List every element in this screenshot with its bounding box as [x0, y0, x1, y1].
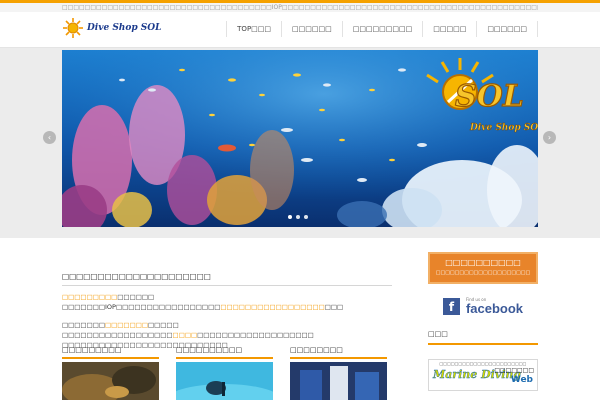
nav-item-5[interactable]: □□□□□□ — [476, 21, 538, 37]
slider-next-arrow-icon[interactable]: › — [543, 131, 556, 144]
feature-cards: □□□□□□□□□ □□□□□□□□□□ □□□□□□□□ — [62, 346, 387, 400]
contact-sub-text: □□□□□□□□□□□□□□□□□□□□ — [435, 270, 531, 276]
slide-logo-sub: Dive Shop SOL — [469, 123, 538, 133]
slider-pagination — [288, 215, 308, 219]
card-title-1[interactable]: □□□□□□□□□ — [62, 346, 159, 359]
nav-item-3[interactable]: □□□□□□□□□ — [341, 21, 423, 37]
card-image-2[interactable] — [164, 362, 284, 400]
marine-diving-caption: □□□□□□□□□□□□□□□□□□□□□□□ — [439, 361, 527, 366]
marine-diving-banner[interactable]: □□□□□□□□□□□□□□□□□□□□□□□ Marine Diving □□… — [428, 359, 538, 391]
feature-card-2[interactable]: □□□□□□□□□□ — [164, 346, 284, 400]
facebook-icon: f — [442, 297, 460, 315]
intro-highlight-1[interactable]: □□□□□□□□□ — [62, 293, 117, 301]
intro-text-4a: □□□□□□□□□□□□□□□□□□ — [62, 331, 173, 339]
site-header: Dive Shop SOL TOP□□□ □□□□□□ □□□□□□□□□ □□… — [0, 12, 600, 48]
card-image-1[interactable] — [62, 362, 159, 400]
intro-line-3: □□□□□□□□□□□□□□□□□□□ — [62, 320, 392, 330]
card-title-3[interactable]: □□□□□□□□ — [290, 346, 387, 359]
top-info-strip: □□□□□□□□□□□□□□□□□□□□□□□□□□□□□□□□□□□□□IOP… — [0, 0, 600, 12]
main-column: □□□□□□□□□□□□□□□□□□□□□ □□□□□□□□□□□□□□□ □□… — [62, 238, 392, 350]
facebook-link[interactable]: f Find us on facebook — [428, 294, 538, 318]
slider-dot-3[interactable] — [304, 215, 308, 219]
intro-paragraph: □□□□□□□□□□□□□□□ □□□□□□□IOP□□□□□□□□□□□□□□… — [62, 292, 392, 350]
underwater-reef-image: SOL Dive Shop SOL — [62, 50, 538, 227]
site-logo[interactable]: Dive Shop SOL — [62, 17, 161, 39]
card-image-3[interactable] — [290, 362, 387, 400]
hero-slider: SOL Dive Shop SOL ‹ › — [0, 48, 600, 238]
intro-text-3b: □□□□□ — [148, 321, 179, 329]
intro-text-2b: □□□ — [324, 303, 344, 311]
sidebar-heading: □□□ — [428, 330, 538, 345]
slider-dot-2[interactable] — [296, 215, 300, 219]
intro-line-4: □□□□□□□□□□□□□□□□□□□□□□□□□□□□□□□□□□□□□□□□… — [62, 330, 392, 340]
intro-highlight-4[interactable]: □□□□ — [173, 331, 198, 339]
intro-text-2a: □□□□□□□IOP□□□□□□□□□□□□□□□□□ — [62, 303, 221, 311]
intro-text-3a: □□□□□□□ — [62, 321, 105, 329]
nav-item-top[interactable]: TOP□□□ — [226, 21, 281, 37]
card-title-2[interactable]: □□□□□□□□□□ — [176, 346, 273, 359]
nav-item-4[interactable]: □□□□□ — [422, 21, 476, 37]
intro-line-2: □□□□□□□IOP□□□□□□□□□□□□□□□□□□□□□□□□□□□□□□… — [62, 302, 392, 312]
slider-prev-arrow-icon[interactable]: ‹ — [43, 131, 56, 144]
intro-line-1: □□□□□□□□□□□□□□□ — [62, 292, 392, 302]
main-nav: TOP□□□ □□□□□□ □□□□□□□□□ □□□□□ □□□□□□ — [226, 21, 538, 37]
intro-highlight-3[interactable]: □□□□□□□ — [105, 321, 148, 329]
section-title: □□□□□□□□□□□□□□□□□□□□□ — [62, 272, 392, 286]
slider-dot-1[interactable] — [288, 215, 292, 219]
contact-banner[interactable]: □□□□□□□□□□ □□□□□□□□□□□□□□□□□□□□ — [428, 252, 538, 284]
feature-card-3[interactable]: □□□□□□□□ — [290, 346, 387, 400]
intro-text-4b: □□□□□□□□□□□□□□□□□□□ — [197, 331, 314, 339]
content-area: □□□□□□□□□□□□□□□□□□□□□ □□□□□□□□□□□□□□□ □□… — [0, 238, 600, 400]
hero-slide-image: SOL Dive Shop SOL — [62, 50, 538, 227]
intro-highlight-2[interactable]: □□□□□□□□□□□□□□□□□ — [220, 303, 324, 311]
slide-logo-big: SOL — [455, 79, 524, 114]
facebook-wordmark: facebook — [465, 301, 524, 316]
logo-text: Dive Shop SOL — [87, 23, 162, 33]
marine-diving-site-label: □□□□□□□ — [494, 367, 534, 374]
marine-diving-web: Web — [510, 375, 533, 385]
nav-item-2[interactable]: □□□□□□ — [281, 21, 342, 37]
feature-card-1[interactable]: □□□□□□□□□ — [62, 346, 159, 400]
intro-text-1: □□□□□□ — [117, 293, 155, 301]
sun-logo-icon — [63, 18, 83, 38]
contact-main-text: □□□□□□□□□□ — [445, 258, 521, 267]
sidebar: □□□□□□□□□□ □□□□□□□□□□□□□□□□□□□□ f Find u… — [428, 252, 538, 400]
top-info-text: □□□□□□□□□□□□□□□□□□□□□□□□□□□□□□□□□□□□□IOP… — [62, 4, 538, 11]
